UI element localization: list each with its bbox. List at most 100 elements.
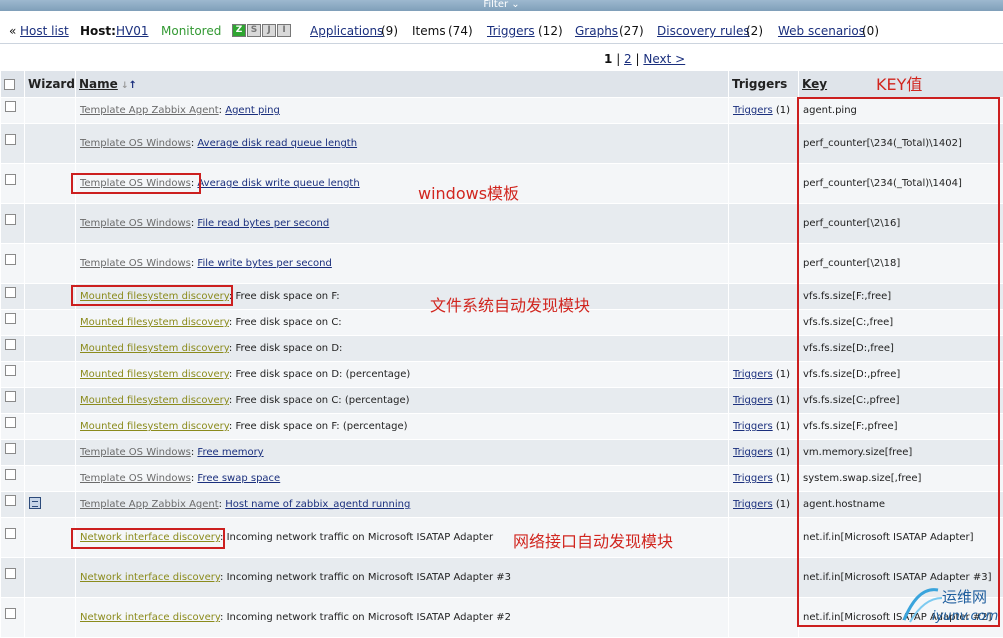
item-template-link[interactable]: Template OS Windows xyxy=(80,218,191,229)
name-cell: Mounted filesystem discovery: Free disk … xyxy=(76,414,729,440)
item-template-link[interactable]: Mounted filesystem discovery xyxy=(80,291,229,302)
table-row: Mounted filesystem discovery: Free disk … xyxy=(1,362,1003,388)
triggers-cell: Triggers (1) xyxy=(729,492,799,518)
row-select-cell xyxy=(1,204,25,244)
zabbix-availability-icon: Z xyxy=(232,24,246,37)
item-key: agent.hostname xyxy=(799,492,1003,518)
item-triggers-link[interactable]: Triggers xyxy=(733,447,773,458)
applications-link[interactable]: Applications xyxy=(310,19,383,43)
item-template-link[interactable]: Mounted filesystem discovery xyxy=(80,369,229,380)
row-checkbox[interactable] xyxy=(5,214,16,225)
row-checkbox[interactable] xyxy=(5,134,16,145)
row-checkbox[interactable] xyxy=(5,287,16,298)
item-triggers-link[interactable]: Triggers xyxy=(733,395,773,406)
item-template-link[interactable]: Mounted filesystem discovery xyxy=(80,343,229,354)
row-select-cell xyxy=(1,244,25,284)
name-cell: Mounted filesystem discovery: Free disk … xyxy=(76,336,729,362)
row-checkbox[interactable] xyxy=(5,417,16,428)
row-select-cell xyxy=(1,558,25,598)
item-triggers-link[interactable]: Triggers xyxy=(733,473,773,484)
site-watermark: 运维网 iyunv.com xyxy=(898,580,1002,626)
table-row: Template OS Windows: Free swap spaceTrig… xyxy=(1,466,1003,492)
discovery-rules-link[interactable]: Discovery rules xyxy=(657,19,750,43)
wizard-cell xyxy=(25,414,76,440)
select-all-header xyxy=(1,71,25,98)
item-template-link[interactable]: Template OS Windows xyxy=(80,258,191,269)
wizard-icon[interactable] xyxy=(29,497,41,509)
row-checkbox[interactable] xyxy=(5,391,16,402)
graphs-link[interactable]: Graphs xyxy=(575,19,618,43)
item-triggers-link[interactable]: Triggers xyxy=(733,105,773,116)
item-name-link[interactable]: Free memory xyxy=(197,447,263,458)
item-template-link[interactable]: Network interface discovery xyxy=(80,612,220,623)
name-cell: Mounted filesystem discovery: Free disk … xyxy=(76,284,729,310)
item-template-link[interactable]: Mounted filesystem discovery xyxy=(80,395,229,406)
item-template-link[interactable]: Network interface discovery xyxy=(80,572,220,583)
item-name-link[interactable]: Average disk read queue length xyxy=(197,138,357,149)
items-table: Wizard Name ↓↑ Triggers Key Template App… xyxy=(0,70,1003,638)
item-template-link[interactable]: Template OS Windows xyxy=(80,447,191,458)
item-triggers-link[interactable]: Triggers xyxy=(733,369,773,380)
host-list-link[interactable]: Host list xyxy=(20,19,69,43)
select-all-checkbox[interactable] xyxy=(4,79,15,90)
item-triggers-count: (1) xyxy=(776,473,790,484)
page-2-link[interactable]: 2 xyxy=(624,52,632,66)
item-template-link[interactable]: Template App Zabbix Agent xyxy=(80,105,219,116)
wizard-cell xyxy=(25,558,76,598)
row-checkbox[interactable] xyxy=(5,528,16,539)
item-template-link[interactable]: Mounted filesystem discovery xyxy=(80,421,229,432)
item-name-link[interactable]: File read bytes per second xyxy=(197,218,329,229)
item-name-link[interactable]: Agent ping xyxy=(225,105,280,116)
row-select-cell xyxy=(1,362,25,388)
item-template-link[interactable]: Network interface discovery xyxy=(80,532,220,543)
row-checkbox[interactable] xyxy=(5,608,16,619)
row-checkbox[interactable] xyxy=(5,101,16,112)
current-page: 1 xyxy=(604,52,612,66)
filter-bar[interactable]: Filter ⌄ xyxy=(0,0,1003,11)
item-name-link[interactable]: File write bytes per second xyxy=(197,258,331,269)
row-select-cell xyxy=(1,598,25,638)
item-template-link[interactable]: Template OS Windows xyxy=(80,178,191,189)
row-checkbox[interactable] xyxy=(5,443,16,454)
row-checkbox[interactable] xyxy=(5,174,16,185)
row-checkbox[interactable] xyxy=(5,469,16,480)
item-key: agent.ping xyxy=(799,98,1003,124)
web-scenarios-link[interactable]: Web scenarios xyxy=(778,19,865,43)
name-header[interactable]: Name ↓↑ xyxy=(76,71,729,98)
key-sort-link[interactable]: Key xyxy=(802,77,827,91)
triggers-cell xyxy=(729,284,799,310)
item-name-link[interactable]: Free swap space xyxy=(197,473,280,484)
row-checkbox[interactable] xyxy=(5,495,16,506)
row-checkbox[interactable] xyxy=(5,313,16,324)
wizard-cell xyxy=(25,284,76,310)
item-template-link[interactable]: Template OS Windows xyxy=(80,473,191,484)
name-cell: Network interface discovery: Incoming ne… xyxy=(76,558,729,598)
item-name-link[interactable]: Host name of zabbix_agentd running xyxy=(225,499,410,510)
triggers-link[interactable]: Triggers xyxy=(487,19,535,43)
item-name-link[interactable]: Average disk write queue length xyxy=(197,178,359,189)
item-template-link[interactable]: Template App Zabbix Agent xyxy=(80,499,219,510)
item-triggers-link[interactable]: Triggers xyxy=(733,499,773,510)
host-name-link[interactable]: HV01 xyxy=(116,19,149,43)
item-key: perf_counter[\2\16] xyxy=(799,204,1003,244)
row-select-cell xyxy=(1,440,25,466)
item-key: vfs.fs.size[C:,free] xyxy=(799,310,1003,336)
name-cell: Template OS Windows: Average disk read q… xyxy=(76,124,729,164)
row-select-cell xyxy=(1,124,25,164)
item-triggers-count: (1) xyxy=(776,447,790,458)
item-template-link[interactable]: Template OS Windows xyxy=(80,138,191,149)
web-scenarios-count: (0) xyxy=(862,19,879,43)
row-checkbox[interactable] xyxy=(5,254,16,265)
divider xyxy=(0,43,1003,44)
item-template-link[interactable]: Mounted filesystem discovery xyxy=(80,317,229,328)
item-key: vfs.fs.size[D:,free] xyxy=(799,336,1003,362)
row-checkbox[interactable] xyxy=(5,568,16,579)
name-sort-link[interactable]: Name xyxy=(79,77,118,91)
triggers-cell xyxy=(729,598,799,638)
wizard-cell xyxy=(25,124,76,164)
row-checkbox[interactable] xyxy=(5,339,16,350)
name-cell: Mounted filesystem discovery: Free disk … xyxy=(76,310,729,336)
next-page-link[interactable]: Next > xyxy=(643,52,685,66)
item-triggers-link[interactable]: Triggers xyxy=(733,421,773,432)
row-checkbox[interactable] xyxy=(5,365,16,376)
